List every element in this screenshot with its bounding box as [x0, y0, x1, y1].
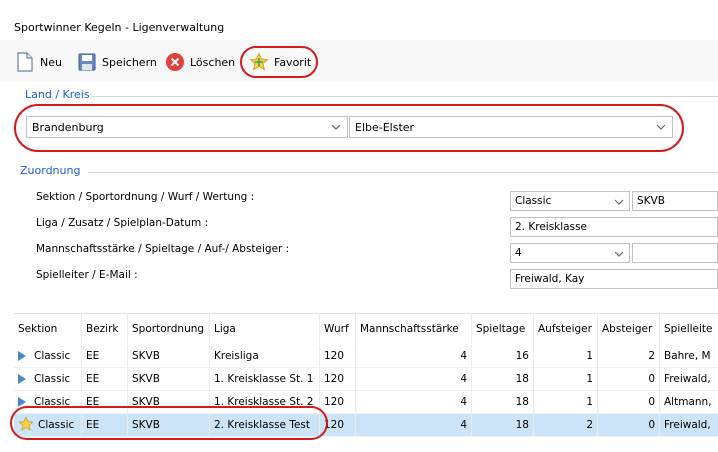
column-header-sektion[interactable]: Sektion — [14, 314, 82, 344]
cell-liga: Kreisliga — [210, 345, 320, 367]
cell-sportordnung: SKVB — [128, 345, 210, 367]
cell-mannschaftsstaerke: 4 — [356, 391, 472, 413]
cell-mannschaftsstaerke: 4 — [356, 414, 472, 436]
cell-aufsteiger: 1 — [534, 391, 598, 413]
toolbar: Neu Speichern Löschen Favorit — [0, 40, 718, 82]
row-indicator-icon — [18, 374, 26, 384]
mannschaftsstaerke-label: Mannschaftsstärke / Spieltage / Auf-/ Ab… — [36, 243, 290, 255]
sportordnung-value: SKVB — [637, 195, 665, 207]
annotation-circle-land-kreis — [14, 104, 684, 152]
cell-sektion: Classic — [34, 350, 71, 362]
spieltage-field[interactable] — [632, 243, 718, 263]
cell-wurf: 120 — [320, 391, 356, 413]
save-button-label: Speichern — [102, 55, 157, 69]
group-divider — [88, 172, 718, 173]
cell-spielleiter: Freiwald, — [664, 419, 711, 431]
liga-label: Liga / Zusatz / Spielplan-Datum : — [36, 217, 209, 229]
land-kreis-group-title: Land / Kreis — [25, 88, 90, 101]
zuordnung-group-title: Zuordnung — [20, 164, 81, 177]
chevron-down-icon — [614, 251, 624, 257]
spielleiter-value: Freiwald, Kay — [515, 273, 585, 285]
column-header-aufsteiger[interactable]: Aufsteiger — [534, 314, 598, 344]
column-header-sportordnung[interactable]: Sportordnung — [128, 314, 210, 344]
cell-absteiger: 2 — [598, 345, 660, 367]
column-header-spieltage[interactable]: Spieltage — [472, 314, 534, 344]
cell-spielleiter: Freiwald, — [664, 373, 711, 385]
new-button[interactable]: Neu — [14, 48, 62, 76]
new-document-icon — [14, 51, 36, 73]
sektion-select-value: Classic — [515, 195, 552, 207]
column-header-liga[interactable]: Liga — [210, 314, 320, 344]
cell-spieltage: 18 — [472, 368, 534, 390]
cell-aufsteiger: 2 — [534, 414, 598, 436]
new-button-label: Neu — [40, 55, 62, 69]
liga-value: 2. Kreisklasse — [515, 221, 588, 233]
delete-button-label: Löschen — [190, 55, 236, 69]
annotation-circle-favorite — [240, 46, 318, 78]
sektion-label: Sektion / Sportordnung / Wurf / Wertung … — [36, 191, 255, 203]
spielleiter-label: Spielleiter / E-Mail : — [36, 269, 138, 281]
column-header-wurf[interactable]: Wurf — [320, 314, 356, 344]
group-divider — [92, 96, 718, 97]
cell-bezirk: EE — [82, 368, 128, 390]
column-header-mannschaftsstaerke[interactable]: Mannschaftsstärke — [356, 314, 472, 344]
cell-liga: 1. Kreisklasse St. 1 — [210, 368, 320, 390]
cell-aufsteiger: 1 — [534, 345, 598, 367]
cell-mannschaftsstaerke: 4 — [356, 368, 472, 390]
delete-button[interactable]: Löschen — [164, 48, 235, 76]
cell-sportordnung: SKVB — [128, 368, 210, 390]
league-table: Sektion Bezirk Sportordnung Liga Wurf Ma… — [14, 313, 718, 437]
cell-absteiger: 0 — [598, 414, 660, 436]
sportordnung-field[interactable]: SKVB — [632, 191, 718, 211]
save-button[interactable]: Speichern — [76, 48, 157, 76]
save-icon — [76, 51, 98, 73]
cell-spielleiter: Altmann, — [664, 396, 712, 408]
mannschaftsstaerke-select[interactable]: 4 — [510, 243, 630, 263]
sektion-select[interactable]: Classic — [510, 191, 630, 211]
cell-spielleiter: Bahre, M — [664, 350, 711, 362]
cell-bezirk: EE — [82, 345, 128, 367]
cell-sektion: Classic — [34, 373, 71, 385]
annotation-circle-selected-row — [10, 406, 328, 440]
cell-absteiger: 0 — [598, 391, 660, 413]
cell-wurf: 120 — [320, 368, 356, 390]
cell-spieltage: 16 — [472, 345, 534, 367]
column-header-spielleiter[interactable]: Spielleite — [660, 314, 718, 344]
cell-absteiger: 0 — [598, 368, 660, 390]
row-indicator-icon — [18, 351, 26, 361]
column-header-absteiger[interactable]: Absteiger — [598, 314, 660, 344]
window-title: Sportwinner Kegeln - Ligenverwaltung — [14, 21, 225, 34]
spielleiter-field[interactable]: Freiwald, Kay — [510, 269, 718, 289]
column-header-bezirk[interactable]: Bezirk — [82, 314, 128, 344]
title-bar: Sportwinner Kegeln - Ligenverwaltung — [0, 0, 718, 38]
cell-mannschaftsstaerke: 4 — [356, 345, 472, 367]
mannschaftsstaerke-value: 4 — [515, 247, 522, 259]
table-header: Sektion Bezirk Sportordnung Liga Wurf Ma… — [14, 314, 718, 344]
cell-spieltage: 18 — [472, 391, 534, 413]
delete-icon — [164, 51, 186, 73]
cell-spieltage: 18 — [472, 414, 534, 436]
table-row[interactable]: Classic EE SKVB Kreisliga 120 4 16 1 2 B… — [14, 345, 718, 368]
chevron-down-icon — [614, 199, 624, 205]
cell-aufsteiger: 1 — [534, 368, 598, 390]
cell-wurf: 120 — [320, 345, 356, 367]
table-row[interactable]: Classic EE SKVB 1. Kreisklasse St. 1 120… — [14, 368, 718, 391]
liga-field[interactable]: 2. Kreisklasse — [510, 217, 718, 237]
